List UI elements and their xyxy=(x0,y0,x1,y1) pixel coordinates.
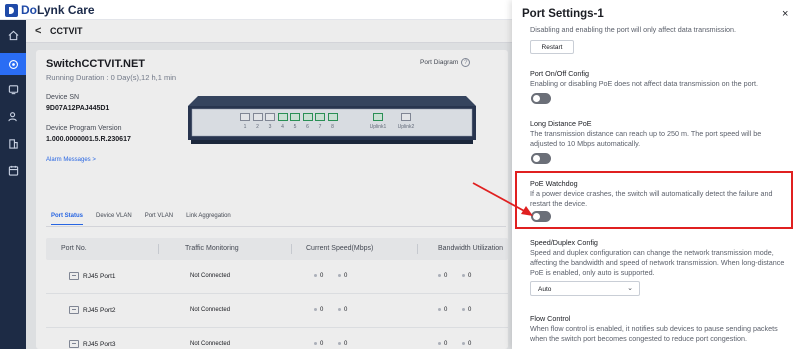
building-icon[interactable] xyxy=(6,136,20,150)
panel-title: Port Settings-1 xyxy=(522,8,604,20)
flow-control-description: When flow control is enabled, it notifie… xyxy=(530,324,778,344)
close-icon[interactable]: × xyxy=(782,8,788,20)
long-distance-poe-toggle[interactable] xyxy=(531,153,551,164)
speed-duplex-select[interactable]: Auto ⌄ xyxy=(530,281,640,296)
highlight-box xyxy=(515,171,793,229)
calendar-icon[interactable] xyxy=(6,163,20,177)
speed-duplex-description: Speed and duplex configuration can chang… xyxy=(530,248,785,278)
port-onoff-title: Port On/Off Config xyxy=(530,69,589,78)
users-icon[interactable] xyxy=(6,109,20,123)
brand-logo: DoLynk Care xyxy=(5,3,95,17)
brand-name: DoLynk Care xyxy=(21,3,95,17)
location-icon[interactable] xyxy=(0,53,26,75)
restart-button[interactable]: Restart xyxy=(530,40,574,54)
app-window: DoLynk Care < CCTVIT SwitchCCTVIT.NET Ru… xyxy=(0,0,800,349)
restart-description: Disabling and enabling the port will onl… xyxy=(530,25,737,34)
left-nav xyxy=(0,20,26,349)
speed-duplex-title: Speed/Duplex Config xyxy=(530,238,598,247)
home-icon[interactable] xyxy=(6,28,20,42)
port-onoff-toggle[interactable] xyxy=(531,93,551,104)
devices-icon[interactable] xyxy=(6,82,20,96)
chevron-down-icon: ⌄ xyxy=(627,284,633,292)
flow-control-title: Flow Control xyxy=(530,314,571,323)
long-distance-poe-title: Long Distance PoE xyxy=(530,119,592,128)
port-onoff-description: Enabling or disabling PoE does not affec… xyxy=(530,79,759,88)
modal-overlay[interactable] xyxy=(26,20,512,349)
speed-duplex-value: Auto xyxy=(538,285,552,293)
logo-mark-icon xyxy=(5,3,18,17)
long-distance-poe-description: The transmission distance can reach up t… xyxy=(530,129,762,149)
